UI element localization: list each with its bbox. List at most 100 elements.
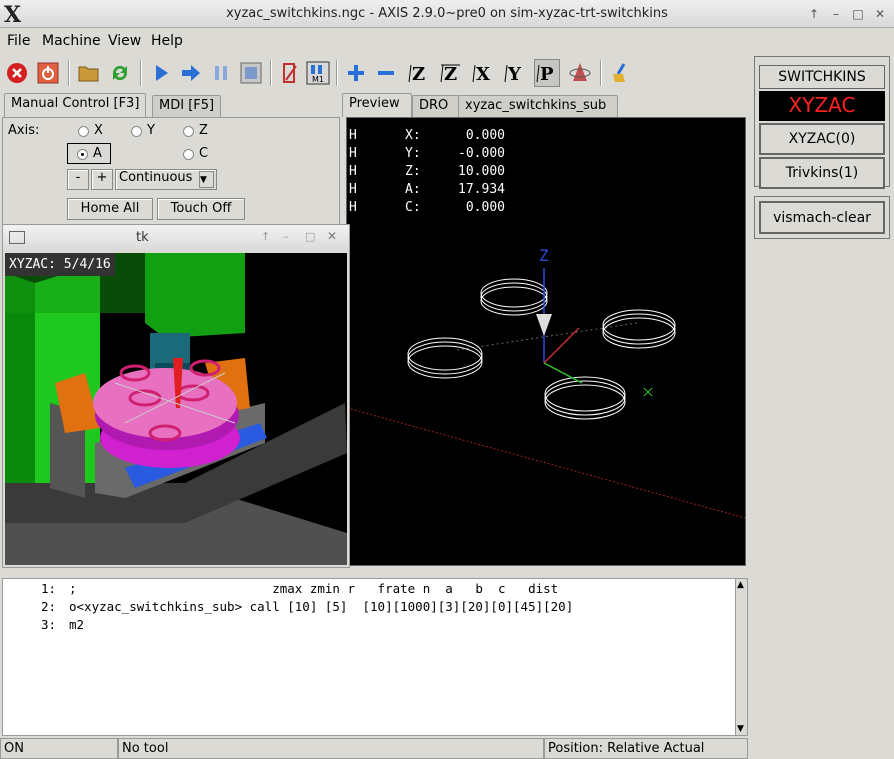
minimize-icon[interactable]: – (283, 230, 289, 243)
svg-text:Z: Z (444, 64, 457, 84)
svg-text:P: P (540, 64, 554, 84)
manual-control-panel: Axis: X Y Z A C - + Continuous ▼ Home Al… (2, 117, 340, 227)
close-icon[interactable]: ✕ (872, 6, 888, 22)
view-p-icon[interactable]: P (534, 59, 560, 87)
menu-machine[interactable]: Machine (42, 33, 101, 49)
zoom-out-icon[interactable] (373, 59, 399, 87)
axis-x-label: X (94, 123, 103, 138)
menu-help[interactable]: Help (151, 33, 183, 49)
stop-icon[interactable] (238, 59, 264, 87)
preview-canvas[interactable]: H X: 0.000 H Y: -0.000 H Z: 10.000 H A: 17.934 H C: 0.… (346, 117, 746, 566)
code-line[interactable]: o<xyzac_switchkins_sub> call [10] [5] [1… (69, 599, 573, 614)
menu-file[interactable]: File (7, 33, 30, 49)
status-state: ON (0, 738, 118, 759)
svg-text:Y: Y (507, 64, 522, 84)
maximize-icon[interactable]: □ (305, 230, 315, 243)
axis-a-focus (67, 143, 111, 164)
axis-radio-a[interactable] (77, 149, 88, 160)
tab-preview[interactable]: Preview (342, 93, 412, 117)
line-number: 3: (41, 617, 57, 632)
machine-model (5, 253, 347, 565)
code-line[interactable]: ; zmax zmin r frate n a b c dist (69, 581, 558, 596)
tool-cone (536, 314, 552, 336)
home-all-button[interactable]: Home All (67, 198, 153, 220)
pause-icon[interactable] (208, 59, 234, 87)
tab-manual-control[interactable]: Manual Control [F3] (4, 93, 147, 117)
axis-z-label: Z (199, 123, 208, 138)
axis-label: Axis: (8, 123, 40, 138)
tk-window-icon (9, 231, 25, 244)
toolpath-circles (407, 278, 676, 420)
power-icon[interactable] (35, 59, 61, 87)
axis-a-label: A (93, 146, 102, 161)
tk-titlebar: tk ↑ – □ ✕ (3, 225, 349, 251)
view-y-icon[interactable]: Y (502, 59, 528, 87)
vismach-canvas[interactable]: XYZAC: 5/4/16 (5, 253, 347, 565)
svg-text:M1: M1 (312, 75, 324, 84)
preview-tabs: Preview DRO xyzac_switchkins_sub (342, 93, 642, 117)
estop-icon[interactable] (4, 59, 30, 87)
gcode-text[interactable]: 1: ; zmax zmin r frate n a b c dist 2: o<xy… (2, 578, 748, 736)
chevron-down-icon: ▼ (199, 171, 214, 188)
line-number: 1: (41, 581, 57, 596)
zoom-in-icon[interactable] (343, 59, 369, 87)
current-kins: XYZAC (759, 91, 885, 121)
left-tabs: Manual Control [F3] MDI [F5] (4, 93, 334, 117)
trivkins-button[interactable]: Trivkins(1) (759, 157, 885, 189)
axis-c-label: C (199, 146, 209, 161)
scroll-up-icon[interactable]: ▲ (737, 580, 744, 590)
axis-y-label: Y (147, 123, 155, 138)
view-z2-icon[interactable]: Z (438, 59, 464, 87)
vismach-label: XYZAC: 5/4/16 (5, 253, 115, 276)
vismach-panel: vismach-clear (754, 196, 890, 239)
svg-text:X: X (476, 64, 490, 84)
axis-radio-y[interactable] (131, 126, 142, 137)
axis-radio-x[interactable] (78, 126, 89, 137)
view-x-icon[interactable]: X (470, 59, 496, 87)
status-position: Position: Relative Actual (544, 738, 748, 759)
vismach-clear-button[interactable]: vismach-clear (759, 201, 885, 234)
status-tool: No tool (118, 738, 544, 759)
svg-text:Z: Z (412, 64, 425, 84)
preview-z-label: Z (539, 246, 549, 265)
jog-minus-button[interactable]: - (67, 169, 89, 190)
menu-view[interactable]: View (108, 33, 141, 49)
close-icon[interactable]: ✕ (327, 229, 337, 243)
code-line[interactable]: m2 (69, 617, 84, 632)
axis-radio-z[interactable] (183, 126, 194, 137)
tab-mdi[interactable]: MDI [F5] (152, 95, 222, 117)
keep-above-icon[interactable]: ↑ (261, 230, 270, 243)
minimize-icon[interactable]: – (828, 6, 844, 22)
tk-title: tk (136, 230, 149, 245)
code-scrollbar[interactable]: ▲ ▼ (735, 579, 747, 735)
jog-plus-button[interactable]: + (91, 169, 113, 190)
reload-icon[interactable] (107, 59, 133, 87)
rotate-view-icon[interactable] (567, 59, 593, 87)
open-file-icon[interactable] (76, 59, 102, 87)
jog-mode-value: Continuous (119, 170, 193, 185)
optional-stop-icon[interactable]: M1 (305, 59, 331, 87)
tab-sub[interactable]: xyzac_switchkins_sub (458, 95, 618, 117)
block-delete-icon[interactable] (277, 59, 303, 87)
title-bar: X xyzac_switchkins.ngc - AXIS 2.9.0~pre0… (0, 0, 894, 28)
touch-off-button[interactable]: Touch Off (157, 198, 245, 220)
keep-above-icon[interactable]: ↑ (806, 6, 822, 22)
x-axis-limit-line (347, 407, 745, 519)
scroll-down-icon[interactable]: ▼ (737, 724, 744, 734)
jog-mode-select[interactable]: Continuous ▼ (115, 169, 217, 190)
toolbar: M1 Z Z X Y P (0, 56, 750, 92)
view-z-icon[interactable]: Z (406, 59, 432, 87)
window-title: xyzac_switchkins.ngc - AXIS 2.9.0~pre0 o… (226, 6, 668, 21)
toolpath-plot (347, 268, 745, 519)
xyzac-button[interactable]: XYZAC(0) (759, 123, 885, 155)
switchkins-panel: SWITCHKINS XYZAC XYZAC(0) Trivkins(1) (754, 56, 890, 189)
menu-bar: File Machine View Help (0, 28, 894, 54)
tab-dro[interactable]: DRO (412, 95, 460, 117)
step-icon[interactable] (178, 59, 204, 87)
run-icon[interactable] (148, 59, 174, 87)
tk-window: tk ↑ – □ ✕ XYZAC: 5/4/16 (2, 224, 350, 568)
axis-radio-c[interactable] (183, 149, 194, 160)
clear-plot-icon[interactable] (608, 59, 634, 87)
x-axis-line (543, 327, 580, 364)
maximize-icon[interactable]: □ (850, 6, 866, 22)
